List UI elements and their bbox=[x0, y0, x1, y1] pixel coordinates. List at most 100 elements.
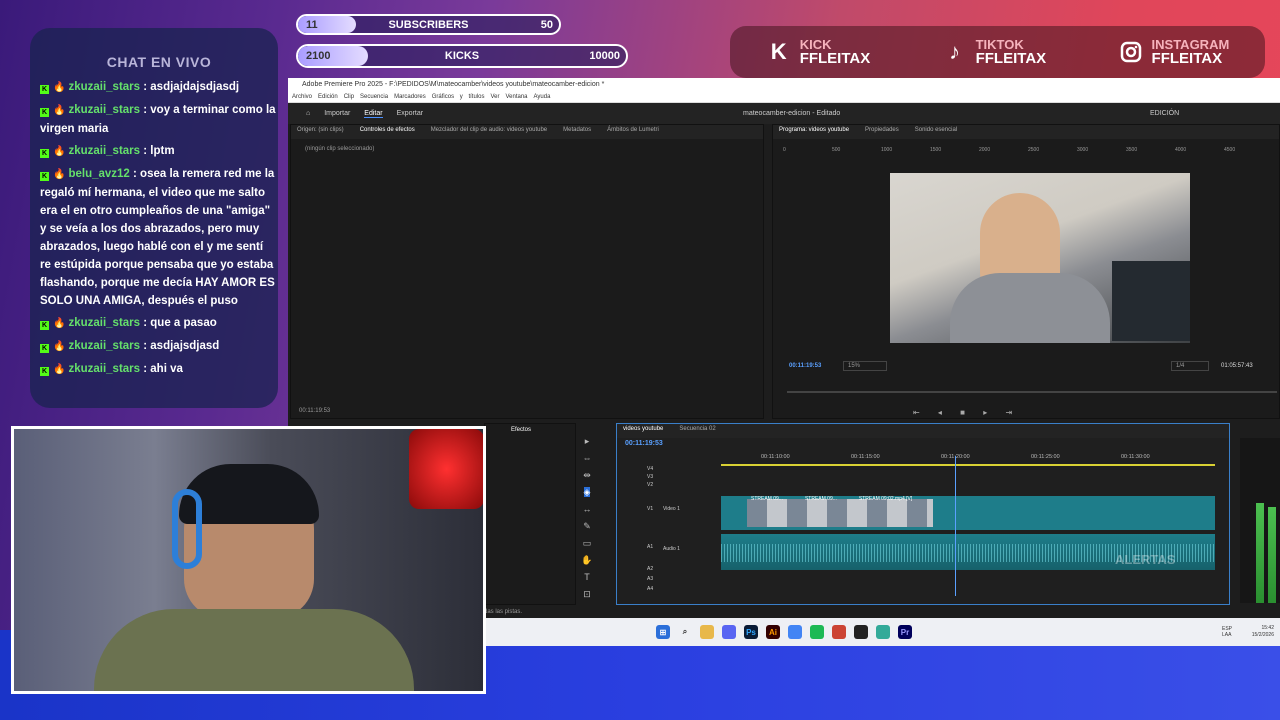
chat-text: : lptm bbox=[140, 145, 175, 157]
chat-message: K 🔥 zkuzaii_stars : asdjajdajsdjasdj bbox=[40, 78, 276, 97]
track-label[interactable]: A1 bbox=[647, 544, 653, 550]
menu-item[interactable]: Clip bbox=[344, 94, 354, 100]
program-duration: 01:05:57:43 bbox=[1221, 363, 1253, 369]
menu-item[interactable]: Secuencia bbox=[360, 94, 388, 100]
menu-item[interactable]: Edición bbox=[318, 94, 338, 100]
chat-message: K 🔥 zkuzaii_stars : asdjajsdjasd bbox=[40, 337, 276, 356]
streamer-shirt bbox=[94, 609, 414, 691]
kick-badge-icon: K bbox=[40, 367, 49, 376]
chat-overlay-in-frame bbox=[1112, 261, 1190, 341]
kick-badge-icon: K bbox=[40, 344, 49, 353]
effects-tab[interactable]: Efectos bbox=[511, 427, 531, 433]
status-text: das las pistas. bbox=[484, 609, 523, 615]
program-scrubber[interactable] bbox=[787, 391, 1277, 393]
clock-date: 15/2/2026 bbox=[1251, 632, 1274, 638]
kick-badge-icon: K bbox=[40, 172, 49, 181]
playhead[interactable] bbox=[955, 456, 956, 596]
kick-badge-icon: K bbox=[40, 108, 49, 117]
tab-videos-youtube[interactable]: videos youtube bbox=[623, 426, 663, 436]
headphones bbox=[172, 489, 202, 569]
social-kick: K KICK FFLEITAX bbox=[766, 38, 871, 67]
clip-labels: STREAM 09... STREAM 09... STREAM 09:02.mp4… bbox=[751, 496, 912, 502]
project-title: mateocamber-edicion - Editado bbox=[743, 110, 841, 117]
chat-message: K 🔥 zkuzaii_stars : que a pasao bbox=[40, 314, 276, 333]
kicks-label: KICKS bbox=[444, 50, 480, 62]
workspace-label[interactable]: EDICIÓN bbox=[1150, 110, 1179, 117]
quality-select[interactable]: 1/4 bbox=[1171, 361, 1209, 371]
spotify-icon[interactable] bbox=[810, 625, 824, 639]
panel-tab[interactable]: Controles de efectos bbox=[360, 127, 415, 137]
folder-icon[interactable] bbox=[700, 625, 714, 639]
track-label[interactable]: V2 bbox=[647, 482, 653, 488]
panel-tab[interactable]: Mezclador del clip de audio: videos yout… bbox=[431, 127, 547, 137]
kicks-goal: 10000 bbox=[589, 50, 620, 62]
social-links-banner: K KICK FFLEITAX ♪ TIKTOK FFLEITAX INSTAGRA… bbox=[730, 26, 1265, 78]
panel-tab[interactable]: Origen: (sin clips) bbox=[297, 127, 344, 137]
video-clip-thumbnails[interactable] bbox=[747, 499, 933, 527]
search-icon[interactable]: ⌕ bbox=[678, 625, 692, 639]
clock-time: 15:42 bbox=[1261, 625, 1274, 631]
track-label[interactable]: A3 bbox=[647, 576, 653, 582]
chat-username: belu_avz12 bbox=[68, 168, 130, 180]
tiktok-icon: ♪ bbox=[949, 39, 961, 64]
ruler-tick: 1000 bbox=[881, 147, 893, 153]
panel-tab[interactable]: Sonido esencial bbox=[915, 127, 957, 137]
chat-message: K 🔥 belu_avz12 : osea la remera red me la … bbox=[40, 165, 276, 310]
tools-column[interactable]: ▸ ⇔ ⇹ ◈ ↔ ✎ ▭ ✋ T ⊡ bbox=[580, 433, 594, 603]
meter-left bbox=[1256, 503, 1264, 603]
tab-importar[interactable]: Importar bbox=[324, 110, 350, 117]
panel-tab[interactable]: Propiedades bbox=[865, 127, 899, 137]
chat-username: zkuzaii_stars bbox=[68, 317, 141, 329]
timeline-tick: 00:11:30:00 bbox=[1121, 454, 1150, 460]
chat-message: K 🔥 zkuzaii_stars : lptm bbox=[40, 142, 276, 161]
menu-item[interactable]: Marcadores bbox=[394, 94, 426, 100]
illustrator-icon[interactable]: Ai bbox=[766, 625, 780, 639]
tab-secuencia-02[interactable]: Secuencia 02 bbox=[679, 426, 715, 436]
timeline-timecode: 00:11:19:53 bbox=[625, 440, 663, 447]
home-icon[interactable]: ⌂ bbox=[306, 110, 310, 117]
timeline-tabs: videos youtube Secuencia 02 bbox=[617, 424, 1229, 438]
panel-tab[interactable]: Programa: videos youtube bbox=[779, 127, 849, 137]
ruler-tick: 4500 bbox=[1224, 147, 1236, 153]
chat-text: : que a pasao bbox=[140, 317, 217, 329]
chat-message-list: K 🔥 zkuzaii_stars : asdjajdajsdjasdj K 🔥 zkuz… bbox=[40, 78, 278, 379]
kick-badge-icon: K bbox=[40, 321, 49, 330]
track-label[interactable]: V1 bbox=[647, 506, 653, 512]
track-label[interactable]: V4 bbox=[647, 466, 653, 472]
menu-item[interactable]: Ventana bbox=[505, 94, 527, 100]
panel-tab[interactable]: Ámbitos de Lumetri bbox=[607, 127, 659, 137]
chat-username: zkuzaii_stars bbox=[68, 145, 141, 157]
source-tabs: Origen: (sin clips) Controles de efectos M… bbox=[291, 125, 763, 139]
zoom-select[interactable]: 15% bbox=[843, 361, 887, 371]
windows-start-icon[interactable]: ⊞ bbox=[656, 625, 670, 639]
chat-message: K 🔥 zkuzaii_stars : ahi va bbox=[40, 360, 276, 379]
timeline-tick: 00:11:10:00 bbox=[761, 454, 790, 460]
track-label[interactable]: A2 bbox=[647, 566, 653, 572]
menu-item[interactable]: Archivo bbox=[292, 94, 312, 100]
discord-icon[interactable] bbox=[722, 625, 736, 639]
obs-icon[interactable] bbox=[854, 625, 868, 639]
chat-text: : asdjajsdjasd bbox=[140, 340, 220, 352]
browser-icon[interactable] bbox=[876, 625, 890, 639]
chrome-icon[interactable] bbox=[788, 625, 802, 639]
photoshop-icon[interactable]: Ps bbox=[744, 625, 758, 639]
source-timecode: 00:11:19:53 bbox=[299, 408, 331, 414]
track-label[interactable]: V3 bbox=[647, 474, 653, 480]
app-icon[interactable] bbox=[832, 625, 846, 639]
menu-item[interactable]: Gráficos y títulos bbox=[432, 94, 485, 100]
timeline-tick: 00:11:25:00 bbox=[1031, 454, 1060, 460]
ruler-tick: 500 bbox=[832, 147, 841, 153]
kick-badge-icon: K bbox=[40, 85, 49, 94]
tab-exportar[interactable]: Exportar bbox=[397, 110, 423, 117]
chat-title: CHAT EN VIVO bbox=[106, 54, 212, 70]
menu-item[interactable]: Ayuda bbox=[534, 94, 551, 100]
program-timecode: 00:11:19:53 bbox=[789, 363, 822, 369]
ruler-tick: 0 bbox=[783, 147, 786, 153]
track-label[interactable]: A4 bbox=[647, 586, 653, 592]
ruler-tick: 2000 bbox=[979, 147, 991, 153]
panel-tab[interactable]: Metadatos bbox=[563, 127, 591, 137]
tab-editar[interactable]: Editar bbox=[364, 110, 383, 118]
transport-controls[interactable]: ⇤ ◂ ■ ▸ ⇥ bbox=[913, 408, 1020, 417]
premiere-icon[interactable]: Pr bbox=[898, 625, 912, 639]
menu-item[interactable]: Ver bbox=[490, 94, 499, 100]
